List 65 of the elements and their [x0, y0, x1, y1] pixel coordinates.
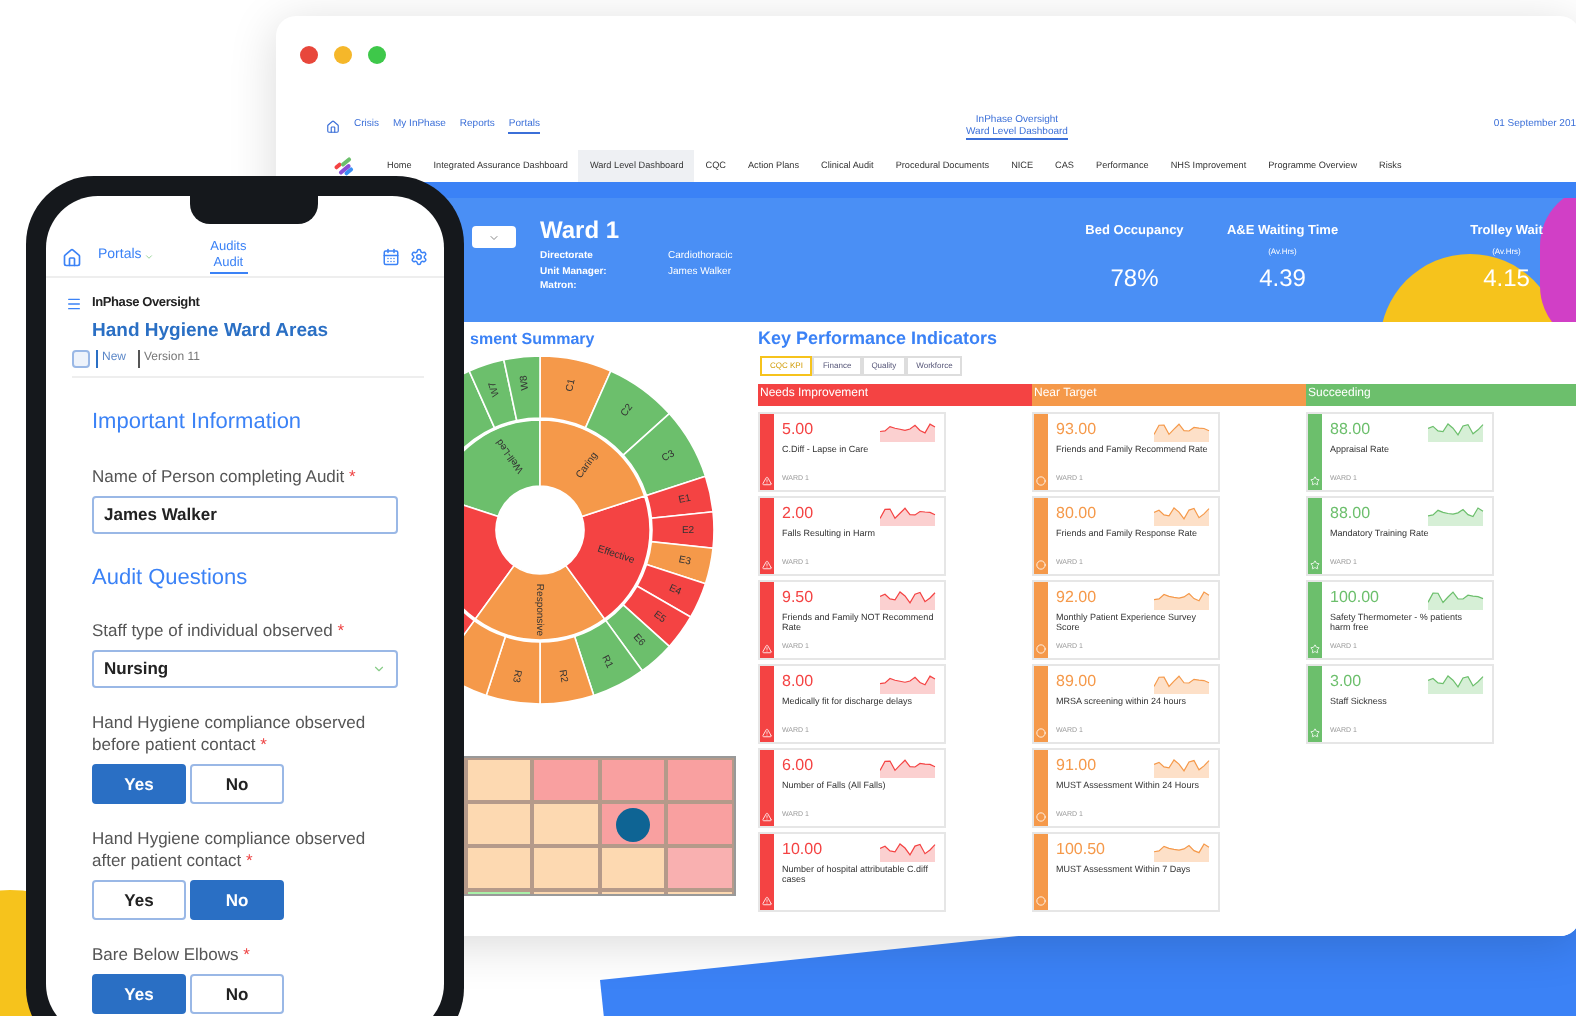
metric-value: 78% — [1110, 261, 1159, 296]
circle-icon — [1036, 727, 1046, 737]
choice-button[interactable]: No — [190, 974, 284, 1015]
star-icon — [1310, 643, 1320, 653]
circle-icon — [1036, 811, 1046, 821]
chevron-down-icon — [143, 252, 154, 262]
kpi-value: 3.00 — [1330, 669, 1362, 693]
kpi-value: 9.50 — [782, 585, 814, 609]
warning-icon — [762, 895, 772, 905]
choice-button[interactable]: Yes — [92, 764, 186, 805]
kpi-value: 93.00 — [1056, 417, 1097, 441]
kpi-value: 100.50 — [1056, 837, 1105, 861]
chevron-down-icon — [372, 662, 386, 677]
kpi-value: 92.00 — [1056, 585, 1097, 609]
circle-icon — [1036, 643, 1046, 653]
circle-icon — [1036, 895, 1046, 905]
choice-button[interactable]: No — [190, 880, 284, 921]
staff-type-select[interactable]: Nursing — [92, 650, 398, 689]
kpi-value: 6.00 — [782, 753, 814, 777]
kpi-value: 2.00 — [782, 501, 814, 525]
kpi-value: 80.00 — [1056, 501, 1097, 525]
question-label: Bare Below Elbows * — [92, 944, 252, 967]
kpi-value: 10.00 — [782, 837, 823, 861]
settings-icon[interactable] — [410, 248, 428, 266]
section-heading: Important Information — [92, 408, 304, 438]
home-icon[interactable] — [326, 119, 340, 133]
star-icon — [1310, 475, 1320, 485]
metric-value: 4.15 — [1483, 261, 1530, 296]
question-label: Hand Hygiene compliance observed after patient contact * — [92, 828, 368, 873]
metric-value: 4.39 — [1259, 261, 1306, 296]
ward-name: Ward 1 — [540, 218, 622, 242]
status-checkbox[interactable] — [72, 350, 90, 368]
choice-button[interactable]: No — [190, 764, 284, 805]
choice-button[interactable]: Yes — [92, 880, 186, 921]
choice-button[interactable]: Yes — [92, 974, 186, 1015]
kpi-value: 89.00 — [1056, 669, 1097, 693]
kpi-value: 91.00 — [1056, 753, 1097, 777]
name-input[interactable]: James Walker — [92, 495, 398, 534]
warning-icon — [762, 811, 772, 821]
circle-icon — [1036, 559, 1046, 569]
kpi-value: 8.00 — [782, 669, 814, 693]
kpi-value: 88.00 — [1330, 417, 1371, 441]
home-icon[interactable] — [62, 247, 82, 267]
calendar-icon[interactable] — [382, 248, 400, 266]
kpi-value: 88.00 — [1330, 501, 1371, 525]
section-heading: Audit Questions — [92, 563, 250, 594]
kpi-value: 5.00 — [782, 417, 814, 441]
question-label: Hand Hygiene compliance observed before patient contact * — [92, 712, 368, 757]
kpi-value: 100.00 — [1330, 585, 1379, 609]
warning-icon — [762, 727, 772, 737]
question-label: Name of Person completing Audit * — [92, 465, 358, 488]
warning-icon — [762, 643, 772, 653]
section-title: Key Performance Indicators — [758, 326, 1000, 352]
warning-icon — [762, 559, 772, 569]
chevron-down-icon — [488, 231, 500, 243]
star-icon — [1310, 559, 1320, 569]
warning-icon — [762, 475, 772, 485]
menu-icon[interactable] — [66, 295, 82, 312]
circle-icon — [1036, 475, 1046, 485]
form-title: Hand Hygiene Ward Areas — [92, 317, 331, 346]
phone-notch — [190, 196, 318, 224]
question-label: Staff type of individual observed * — [92, 620, 347, 643]
section-title: sment Summary — [470, 328, 595, 352]
star-icon — [1310, 727, 1320, 737]
logo-icon — [332, 155, 356, 177]
